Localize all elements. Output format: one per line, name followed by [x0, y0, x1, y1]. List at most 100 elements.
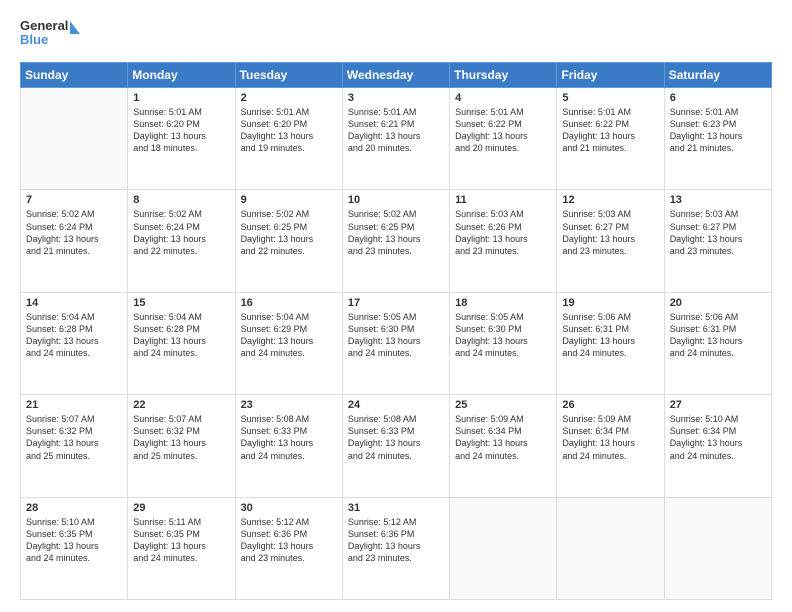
calendar-cell: 8 Sunrise: 5:02 AMSunset: 6:24 PMDaylight… — [128, 190, 235, 292]
day-number: 31 — [348, 502, 444, 514]
svg-text:Blue: Blue — [20, 32, 48, 47]
calendar-cell: 20 Sunrise: 5:06 AMSunset: 6:31 PMDayligh… — [664, 292, 771, 394]
day-number: 30 — [241, 502, 337, 514]
day-number: 24 — [348, 399, 444, 411]
calendar-cell: 4 Sunrise: 5:01 AMSunset: 6:22 PMDaylight… — [450, 88, 557, 190]
day-number: 23 — [241, 399, 337, 411]
day-number: 20 — [670, 297, 766, 309]
day-info: Sunrise: 5:05 AMSunset: 6:30 PMDaylight:… — [455, 311, 551, 360]
day-number: 16 — [241, 297, 337, 309]
calendar-week-row: 7 Sunrise: 5:02 AMSunset: 6:24 PMDaylight… — [21, 190, 772, 292]
calendar-cell — [450, 497, 557, 599]
day-number: 22 — [133, 399, 229, 411]
calendar-cell: 14 Sunrise: 5:04 AMSunset: 6:28 PMDayligh… — [21, 292, 128, 394]
calendar-cell: 22 Sunrise: 5:07 AMSunset: 6:32 PMDayligh… — [128, 395, 235, 497]
calendar-cell: 7Sunrise: 5:02 AMSunset: 6:24 PMDaylight… — [21, 190, 128, 292]
calendar-cell: 21Sunrise: 5:07 AMSunset: 6:32 PMDayligh… — [21, 395, 128, 497]
calendar-body: 1 Sunrise: 5:01 AMSunset: 6:20 PMDaylight… — [21, 88, 772, 600]
day-info: Sunrise: 5:09 AMSunset: 6:34 PMDaylight:… — [562, 413, 658, 462]
calendar-cell: 27 Sunrise: 5:10 AMSunset: 6:34 PMDayligh… — [664, 395, 771, 497]
calendar-cell: 26 Sunrise: 5:09 AMSunset: 6:34 PMDayligh… — [557, 395, 664, 497]
day-number: 13 — [670, 194, 766, 206]
calendar-cell — [21, 88, 128, 190]
day-number: 7 — [26, 194, 122, 206]
day-info: Sunrise: 5:10 AMSunset: 6:34 PMDaylight:… — [670, 413, 766, 462]
day-info: Sunrise: 5:02 AMSunset: 6:25 PMDaylight:… — [241, 208, 337, 257]
calendar-header-cell: Wednesday — [342, 63, 449, 88]
page: GeneralBlue SundayMondayTuesdayWednesday… — [0, 0, 792, 612]
calendar-week-row: 28 Sunrise: 5:10 AMSunset: 6:35 PMDayligh… — [21, 497, 772, 599]
day-number: 17 — [348, 297, 444, 309]
day-number: 18 — [455, 297, 551, 309]
svg-text:General: General — [20, 18, 68, 33]
day-info: Sunrise: 5:07 AMSunset: 6:32 PMDaylight:… — [26, 413, 122, 462]
calendar-week-row: 14 Sunrise: 5:04 AMSunset: 6:28 PMDayligh… — [21, 292, 772, 394]
calendar-cell: 12 Sunrise: 5:03 AMSunset: 6:27 PMDayligh… — [557, 190, 664, 292]
day-number: 29 — [133, 502, 229, 514]
day-info: Sunrise: 5:03 AMSunset: 6:27 PMDaylight:… — [670, 208, 766, 257]
day-number: 3 — [348, 92, 444, 104]
day-info: Sunrise: 5:12 AMSunset: 6:36 PMDaylight:… — [348, 516, 444, 565]
calendar-table: SundayMondayTuesdayWednesdayThursdayFrid… — [20, 62, 772, 600]
calendar-cell: 19Sunrise: 5:06 AMSunset: 6:31 PMDayligh… — [557, 292, 664, 394]
logo: GeneralBlue — [20, 16, 80, 52]
day-info: Sunrise: 5:04 AMSunset: 6:28 PMDaylight:… — [133, 311, 229, 360]
calendar-week-row: 21Sunrise: 5:07 AMSunset: 6:32 PMDayligh… — [21, 395, 772, 497]
calendar-cell: 13 Sunrise: 5:03 AMSunset: 6:27 PMDayligh… — [664, 190, 771, 292]
calendar-cell: 30 Sunrise: 5:12 AMSunset: 6:36 PMDayligh… — [235, 497, 342, 599]
day-info: Sunrise: 5:11 AMSunset: 6:35 PMDaylight:… — [133, 516, 229, 565]
calendar-header-cell: Thursday — [450, 63, 557, 88]
day-info: Sunrise: 5:08 AMSunset: 6:33 PMDaylight:… — [241, 413, 337, 462]
calendar-header-row: SundayMondayTuesdayWednesdayThursdayFrid… — [21, 63, 772, 88]
day-info: Sunrise: 5:08 AMSunset: 6:33 PMDaylight:… — [348, 413, 444, 462]
day-info: Sunrise: 5:01 AMSunset: 6:21 PMDaylight:… — [348, 106, 444, 155]
day-info: Sunrise: 5:06 AMSunset: 6:31 PMDaylight:… — [562, 311, 658, 360]
day-info: Sunrise: 5:04 AMSunset: 6:28 PMDaylight:… — [26, 311, 122, 360]
calendar-cell: 29 Sunrise: 5:11 AMSunset: 6:35 PMDayligh… — [128, 497, 235, 599]
day-info: Sunrise: 5:02 AMSunset: 6:25 PMDaylight:… — [348, 208, 444, 257]
calendar-cell: 11 Sunrise: 5:03 AMSunset: 6:26 PMDayligh… — [450, 190, 557, 292]
calendar-cell: 24 Sunrise: 5:08 AMSunset: 6:33 PMDayligh… — [342, 395, 449, 497]
day-number: 8 — [133, 194, 229, 206]
day-number: 25 — [455, 399, 551, 411]
day-info: Sunrise: 5:06 AMSunset: 6:31 PMDaylight:… — [670, 311, 766, 360]
day-number: 4 — [455, 92, 551, 104]
calendar-header-cell: Sunday — [21, 63, 128, 88]
day-number: 14 — [26, 297, 122, 309]
day-number: 28 — [26, 502, 122, 514]
day-number: 5 — [562, 92, 658, 104]
day-number: 9 — [241, 194, 337, 206]
day-info: Sunrise: 5:01 AMSunset: 6:22 PMDaylight:… — [455, 106, 551, 155]
day-info: Sunrise: 5:01 AMSunset: 6:20 PMDaylight:… — [241, 106, 337, 155]
calendar-cell — [557, 497, 664, 599]
day-info: Sunrise: 5:01 AMSunset: 6:20 PMDaylight:… — [133, 106, 229, 155]
header: GeneralBlue — [20, 16, 772, 52]
day-info: Sunrise: 5:04 AMSunset: 6:29 PMDaylight:… — [241, 311, 337, 360]
calendar-header-cell: Saturday — [664, 63, 771, 88]
calendar-cell: 10 Sunrise: 5:02 AMSunset: 6:25 PMDayligh… — [342, 190, 449, 292]
day-info: Sunrise: 5:10 AMSunset: 6:35 PMDaylight:… — [26, 516, 122, 565]
day-info: Sunrise: 5:09 AMSunset: 6:34 PMDaylight:… — [455, 413, 551, 462]
day-number: 15 — [133, 297, 229, 309]
calendar-cell: 5Sunrise: 5:01 AMSunset: 6:22 PMDaylight… — [557, 88, 664, 190]
calendar-cell: 3 Sunrise: 5:01 AMSunset: 6:21 PMDaylight… — [342, 88, 449, 190]
day-info: Sunrise: 5:02 AMSunset: 6:24 PMDaylight:… — [133, 208, 229, 257]
day-info: Sunrise: 5:12 AMSunset: 6:36 PMDaylight:… — [241, 516, 337, 565]
day-number: 12 — [562, 194, 658, 206]
calendar-header-cell: Friday — [557, 63, 664, 88]
calendar-header-cell: Monday — [128, 63, 235, 88]
day-info: Sunrise: 5:03 AMSunset: 6:26 PMDaylight:… — [455, 208, 551, 257]
day-number: 27 — [670, 399, 766, 411]
calendar-cell: 28 Sunrise: 5:10 AMSunset: 6:35 PMDayligh… — [21, 497, 128, 599]
day-number: 10 — [348, 194, 444, 206]
calendar-cell: 31 Sunrise: 5:12 AMSunset: 6:36 PMDayligh… — [342, 497, 449, 599]
day-number: 11 — [455, 194, 551, 206]
day-info: Sunrise: 5:03 AMSunset: 6:27 PMDaylight:… — [562, 208, 658, 257]
day-number: 1 — [133, 92, 229, 104]
day-number: 26 — [562, 399, 658, 411]
calendar-cell — [664, 497, 771, 599]
day-info: Sunrise: 5:05 AMSunset: 6:30 PMDaylight:… — [348, 311, 444, 360]
calendar-cell: 16 Sunrise: 5:04 AMSunset: 6:29 PMDayligh… — [235, 292, 342, 394]
day-number: 2 — [241, 92, 337, 104]
day-info: Sunrise: 5:07 AMSunset: 6:32 PMDaylight:… — [133, 413, 229, 462]
